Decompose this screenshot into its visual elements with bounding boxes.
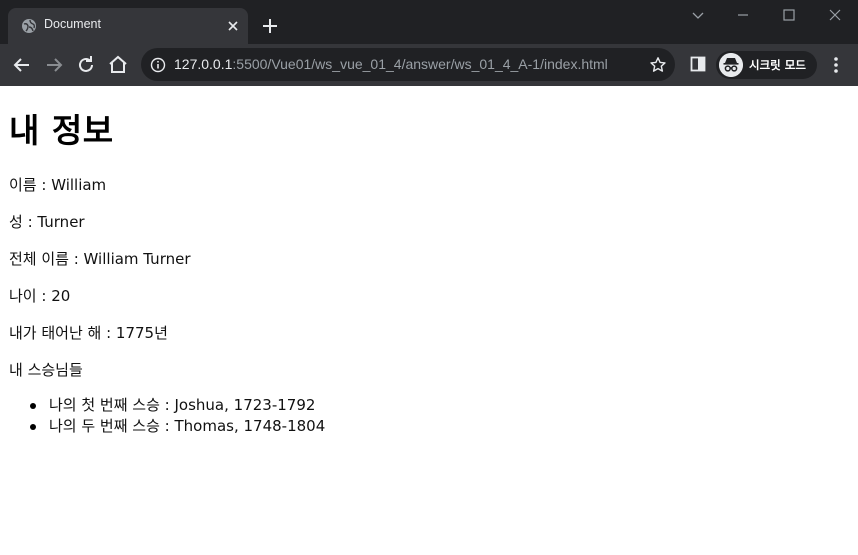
browser-chrome: Document 127.0.0.1:5500/Vue01/ws_vue_01_… [0, 0, 858, 86]
more-menu-icon[interactable] [828, 55, 844, 75]
toolbar: 127.0.0.1:5500/Vue01/ws_vue_01_4/answer/… [0, 44, 858, 86]
globe-icon [22, 19, 36, 33]
list-item: 나의 첫 번째 스승 : Joshua, 1723-1792 [0, 395, 325, 416]
reload-icon[interactable] [74, 53, 98, 77]
minimize-icon[interactable] [733, 5, 753, 25]
page-content: 내 정보 이름 : William 성 : Turner 전체 이름 : Wil… [0, 86, 858, 555]
incognito-label: 시크릿 모드 [749, 58, 806, 72]
close-window-icon[interactable] [825, 5, 845, 25]
back-icon[interactable] [10, 53, 34, 77]
full-name-text: 전체 이름 : William Turner [9, 250, 191, 268]
side-panel-icon[interactable] [689, 55, 707, 73]
list-item: 나의 두 번째 스승 : Thomas, 1748-1804 [0, 416, 325, 437]
home-icon[interactable] [106, 53, 130, 77]
url-text[interactable]: 127.0.0.1:5500/Vue01/ws_vue_01_4/answer/… [174, 56, 608, 72]
url-host: 127.0.0.1 [174, 56, 233, 72]
first-name-text: 이름 : William [9, 176, 107, 194]
last-name-text: 성 : Turner [9, 213, 85, 231]
mentors-title: 내 스승님들 [9, 361, 83, 379]
forward-icon[interactable] [42, 53, 66, 77]
tab-search-icon[interactable] [688, 5, 708, 25]
tab-document[interactable]: Document [8, 8, 248, 44]
page-heading: 내 정보 [9, 111, 114, 150]
maximize-icon[interactable] [779, 5, 799, 25]
tab-title: Document [44, 17, 101, 31]
address-bar[interactable]: 127.0.0.1:5500/Vue01/ws_vue_01_4/answer/… [141, 48, 675, 81]
bookmark-star-icon[interactable] [649, 56, 667, 74]
birth-year-text: 내가 태어난 해 : 1775년 [9, 324, 168, 342]
age-text: 나이 : 20 [9, 287, 71, 305]
url-path: :5500/Vue01/ws_vue_01_4/answer/ws_01_4_A… [232, 56, 608, 72]
mentors-list: 나의 첫 번째 스승 : Joshua, 1723-1792 나의 두 번째 스… [0, 395, 325, 437]
incognito-icon [719, 53, 743, 77]
tab-strip: Document [0, 0, 858, 44]
close-tab-icon[interactable] [226, 19, 240, 33]
incognito-badge[interactable]: 시크릿 모드 [716, 51, 817, 79]
new-tab-icon[interactable] [259, 15, 281, 37]
site-info-icon[interactable] [150, 57, 166, 73]
